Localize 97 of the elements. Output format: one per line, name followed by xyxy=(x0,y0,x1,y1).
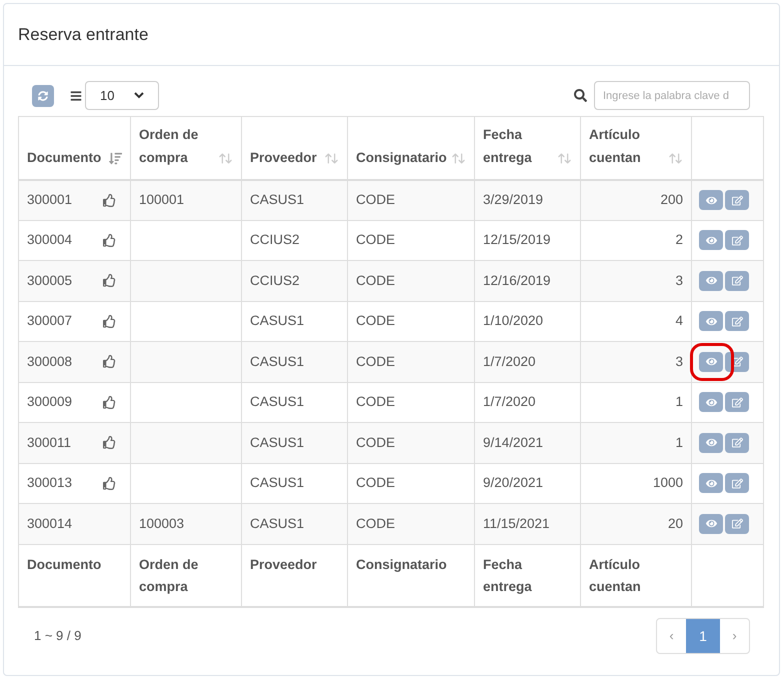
table-cell-text: 12/15/2019 xyxy=(483,231,551,250)
table-cell-text: CODE xyxy=(356,514,396,533)
table-cell-text: 200 xyxy=(660,190,683,209)
edit-button[interactable] xyxy=(725,190,749,210)
table-cell-text: 20 xyxy=(668,514,683,533)
table-cell-text: CASUS1 xyxy=(250,514,304,533)
eye-icon xyxy=(706,275,716,286)
edit-button[interactable] xyxy=(725,270,749,291)
eye-icon xyxy=(706,194,716,206)
table-cell-text: 100001 xyxy=(139,190,184,209)
view-button[interactable] xyxy=(699,190,723,210)
view-button[interactable] xyxy=(699,432,723,453)
card-title: Reserva entrante xyxy=(18,24,148,46)
column-footer: Proveedor xyxy=(250,554,339,576)
menu-icon xyxy=(70,90,82,102)
table-cell-text: CCIUS2 xyxy=(250,231,300,250)
table-cell-text: 300001 xyxy=(27,190,72,209)
column-footer: Consignatario xyxy=(356,554,466,576)
caret-icon xyxy=(134,92,144,99)
eye-icon xyxy=(706,478,716,489)
table-cell-text: 1 xyxy=(675,434,683,452)
page-size-select[interactable]: 10 xyxy=(85,81,159,110)
table-cell-text: CODE xyxy=(356,474,396,492)
table-cell-text: 300013 xyxy=(27,474,72,492)
edit-icon xyxy=(732,518,742,530)
view-button[interactable] xyxy=(699,514,723,534)
edit-icon xyxy=(732,194,742,206)
table-cell-text: CASUS1 xyxy=(250,474,304,492)
table-cell-text: CODE xyxy=(356,272,396,290)
edit-button[interactable] xyxy=(725,392,749,412)
table-cell-text: 300007 xyxy=(27,312,72,330)
search-icon xyxy=(574,89,587,102)
table-cell-text: 1000 xyxy=(652,474,683,492)
edit-icon xyxy=(732,234,742,246)
table-cell-text: CASUS1 xyxy=(250,312,304,330)
table-cell-text: CASUS1 xyxy=(250,434,304,452)
refresh-button[interactable] xyxy=(32,84,54,106)
edit-icon xyxy=(732,437,742,448)
table-cell-text: CASUS1 xyxy=(250,393,304,412)
edit-button[interactable] xyxy=(725,311,749,332)
table-cell-text: 3 xyxy=(675,272,683,290)
column-footer: Documento xyxy=(27,554,122,576)
table-cell-text: 300008 xyxy=(27,352,72,371)
table-cell-text: CODE xyxy=(356,352,396,371)
eye-icon xyxy=(706,356,716,368)
table-cell-text: 9/20/2021 xyxy=(483,474,544,492)
table-cell-text: 300004 xyxy=(27,231,72,250)
table-cell-text: 3 xyxy=(675,352,683,371)
refresh-icon xyxy=(38,90,48,100)
table-cell-text: CODE xyxy=(356,393,396,412)
view-button[interactable] xyxy=(699,270,723,291)
table-cell-text: 1 xyxy=(675,393,683,412)
eye-icon xyxy=(706,437,716,448)
table-cell-text: CODE xyxy=(356,190,396,209)
table-cell-text: 300011 xyxy=(27,434,72,452)
table-cell-text: 9/14/2021 xyxy=(483,434,544,452)
table-cell-text: 300014 xyxy=(27,514,72,533)
table-cell-text: 300009 xyxy=(27,393,72,412)
table-cell-text: 100003 xyxy=(139,514,184,533)
edit-button[interactable] xyxy=(725,432,749,453)
table-cell-text: CODE xyxy=(356,434,396,452)
view-button[interactable] xyxy=(699,311,723,332)
view-button[interactable] xyxy=(699,392,723,412)
view-button[interactable] xyxy=(699,473,723,494)
table-cell-text: 2 xyxy=(675,231,683,250)
edit-icon xyxy=(732,478,742,489)
table-cell-text: 12/16/2019 xyxy=(483,272,551,290)
edit-button[interactable] xyxy=(725,473,749,494)
edit-button[interactable] xyxy=(725,230,749,250)
eye-icon xyxy=(706,518,716,530)
search-field[interactable]: Ingrese la palabra clave d xyxy=(594,81,750,110)
table-cell-text: CASUS1 xyxy=(250,352,304,371)
column-footer: Fecha entrega xyxy=(483,554,572,598)
table-cell-text: 11/15/2021 xyxy=(483,514,550,533)
edit-icon xyxy=(732,275,742,286)
table-cell-text: 300005 xyxy=(27,272,72,290)
eye-icon xyxy=(706,234,716,246)
column-footer: Artículo cuentan xyxy=(589,554,683,598)
edit-icon xyxy=(732,316,742,327)
view-button[interactable] xyxy=(699,230,723,250)
edit-button[interactable] xyxy=(725,514,749,534)
edit-icon xyxy=(732,396,742,408)
edit-icon xyxy=(732,356,742,368)
table-cell-text: CODE xyxy=(356,312,396,330)
column-footer: Orden de compra xyxy=(139,554,233,598)
eye-icon xyxy=(706,396,716,408)
pagination-summary: 1 ~ 9 / 9 xyxy=(34,627,82,646)
view-button[interactable] xyxy=(699,352,723,372)
eye-icon xyxy=(706,316,716,327)
table-cell-text: 1/10/2020 xyxy=(483,312,544,330)
table-cell-text: 4 xyxy=(675,312,683,330)
table-cell-text: CODE xyxy=(356,231,396,250)
table-cell-text: 1/7/2020 xyxy=(483,352,536,371)
table-cell-text: 1/7/2020 xyxy=(483,393,536,412)
table-cell-text: 3/29/2019 xyxy=(483,190,544,209)
table-cell-text: CASUS1 xyxy=(250,190,304,209)
table-cell-text: CCIUS2 xyxy=(250,272,300,290)
